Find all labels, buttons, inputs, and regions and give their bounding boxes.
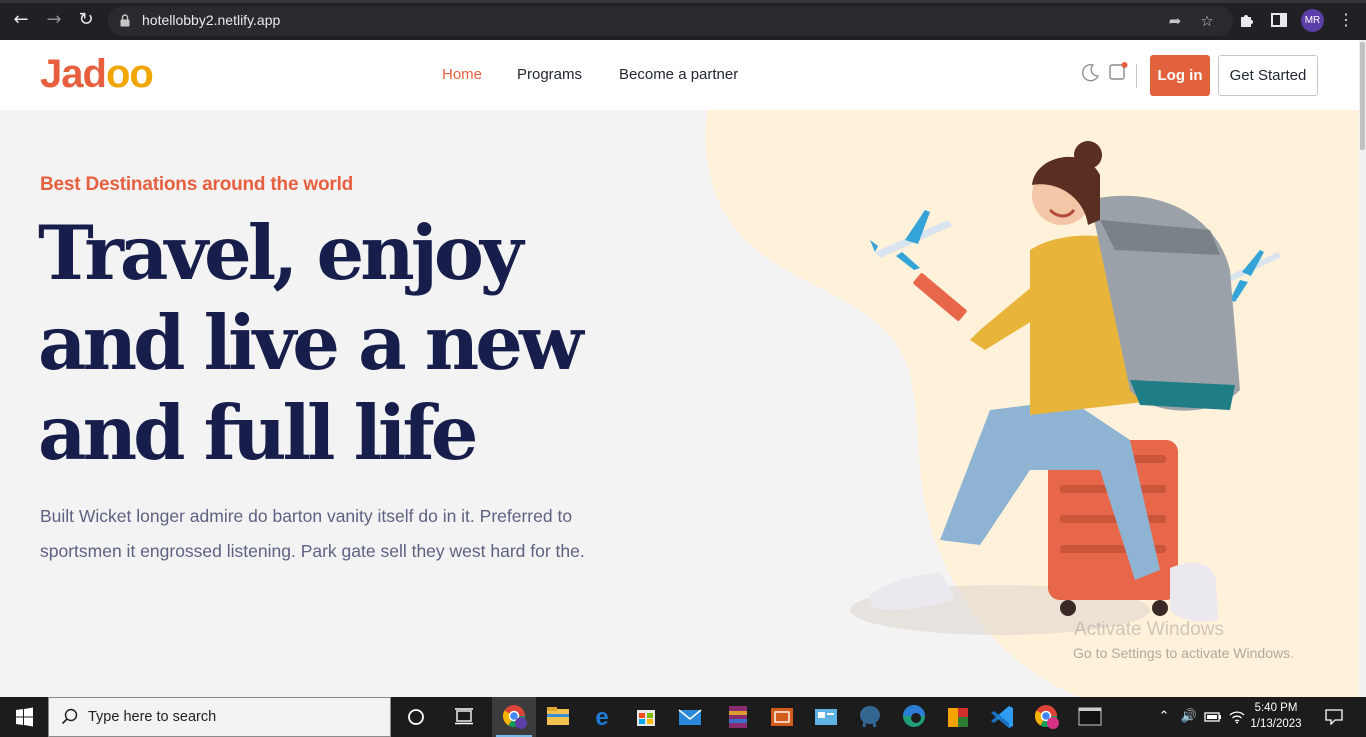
postgresql-elephant-icon[interactable] bbox=[848, 697, 892, 737]
back-icon[interactable]: ← bbox=[11, 10, 31, 30]
hero-eyebrow: Best Destinations around the world bbox=[40, 174, 354, 195]
nav-programs[interactable]: Programs bbox=[517, 66, 582, 83]
scrollbar-thumb[interactable] bbox=[1360, 42, 1365, 150]
sublime-app-icon[interactable] bbox=[936, 697, 980, 737]
logo-accent-text: oo bbox=[105, 52, 154, 96]
headline-line: and full life bbox=[38, 389, 479, 477]
url-text: hotellobby2.netlify.app bbox=[142, 12, 281, 28]
logo-text: Jad bbox=[40, 52, 107, 96]
hero-headline: Travel, enjoy and live a new and full li… bbox=[38, 208, 658, 478]
control-panel-icon[interactable] bbox=[804, 697, 848, 737]
chrome-profile-app-icon[interactable] bbox=[1024, 697, 1068, 737]
search-icon bbox=[61, 708, 78, 725]
tab-strip-edge bbox=[0, 0, 1366, 3]
svg-text:e: e bbox=[595, 704, 608, 731]
traveler-illustration bbox=[850, 141, 1281, 635]
taskbar-search-box[interactable]: Type here to search bbox=[48, 697, 391, 737]
page-scrollbar[interactable] bbox=[1359, 40, 1366, 697]
share-icon[interactable]: ➦ bbox=[1166, 12, 1184, 30]
cortana-circle-icon[interactable] bbox=[400, 697, 432, 737]
clock-date: 1/13/2023 bbox=[1250, 718, 1302, 730]
windows-start-icon[interactable] bbox=[0, 697, 48, 737]
dark-mode-moon-icon[interactable] bbox=[1079, 62, 1101, 84]
tray-chevron-up-icon[interactable]: ⌃ bbox=[1154, 697, 1174, 737]
extensions-puzzle-icon[interactable] bbox=[1237, 10, 1257, 30]
address-bar[interactable]: hotellobby2.netlify.app ➦ ☆ bbox=[108, 6, 1233, 36]
airplane-left-icon bbox=[870, 210, 952, 270]
get-started-button[interactable]: Get Started bbox=[1218, 55, 1318, 96]
nav-home[interactable]: Home bbox=[442, 66, 482, 83]
notification-center-icon[interactable] bbox=[1320, 697, 1348, 737]
headline-line: Travel, enjoy bbox=[38, 209, 523, 297]
notification-square-icon[interactable] bbox=[1107, 60, 1129, 82]
terminal-icon[interactable] bbox=[1068, 697, 1112, 737]
jadoo-logo[interactable]: Jadoo bbox=[40, 52, 154, 97]
task-view-icon[interactable] bbox=[448, 697, 480, 737]
edge-browser-icon[interactable] bbox=[892, 697, 936, 737]
header-divider bbox=[1136, 64, 1137, 88]
forward-icon[interactable]: → bbox=[44, 10, 64, 30]
chrome-app-icon[interactable] bbox=[492, 697, 536, 737]
site-header: Jadoo Home Programs Become a partner Log… bbox=[0, 40, 1359, 110]
presentation-app-icon[interactable] bbox=[760, 697, 804, 737]
activate-windows-subtitle: Go to Settings to activate Windows. bbox=[1073, 645, 1294, 661]
volume-icon[interactable]: 🔊 bbox=[1178, 697, 1200, 737]
browser-toolbar: ← → ↻ hotellobby2.netlify.app ➦ ☆ MR ⋮ bbox=[0, 0, 1366, 40]
profile-avatar[interactable]: MR bbox=[1301, 9, 1324, 32]
hero-description: Built Wicket longer admire do barton van… bbox=[40, 499, 660, 569]
file-explorer-icon[interactable] bbox=[536, 697, 580, 737]
taskbar-clock[interactable]: 5:40 PM 1/13/2023 bbox=[1244, 700, 1308, 732]
battery-icon[interactable] bbox=[1202, 697, 1224, 737]
windows-taskbar: Type here to search e ⌃ 🔊 5:40 PM 1/13/2… bbox=[0, 697, 1366, 737]
nav-become-partner[interactable]: Become a partner bbox=[619, 66, 738, 83]
kebab-menu-icon[interactable]: ⋮ bbox=[1338, 9, 1354, 31]
side-panel-icon[interactable] bbox=[1269, 10, 1289, 30]
vscode-icon[interactable] bbox=[980, 697, 1024, 737]
clock-time: 5:40 PM bbox=[1254, 702, 1298, 714]
login-button[interactable]: Log in bbox=[1150, 55, 1210, 96]
lock-icon bbox=[120, 14, 130, 27]
bookmark-star-icon[interactable]: ☆ bbox=[1198, 12, 1216, 30]
store-icon[interactable] bbox=[624, 697, 668, 737]
search-placeholder: Type here to search bbox=[88, 709, 217, 725]
activate-windows-title: Activate Windows bbox=[1074, 619, 1224, 640]
description-line: Built Wicket longer admire do barton van… bbox=[40, 506, 573, 526]
reload-icon[interactable]: ↻ bbox=[76, 10, 96, 30]
headline-line: and live a new bbox=[38, 299, 584, 387]
mail-icon[interactable] bbox=[668, 697, 712, 737]
hero-section: Best Destinations around the world Trave… bbox=[0, 110, 1359, 697]
edge-legacy-icon[interactable]: e bbox=[580, 697, 624, 737]
winrar-icon[interactable] bbox=[716, 697, 760, 737]
description-line: sportsmen it engrossed listening. Park g… bbox=[40, 541, 585, 561]
